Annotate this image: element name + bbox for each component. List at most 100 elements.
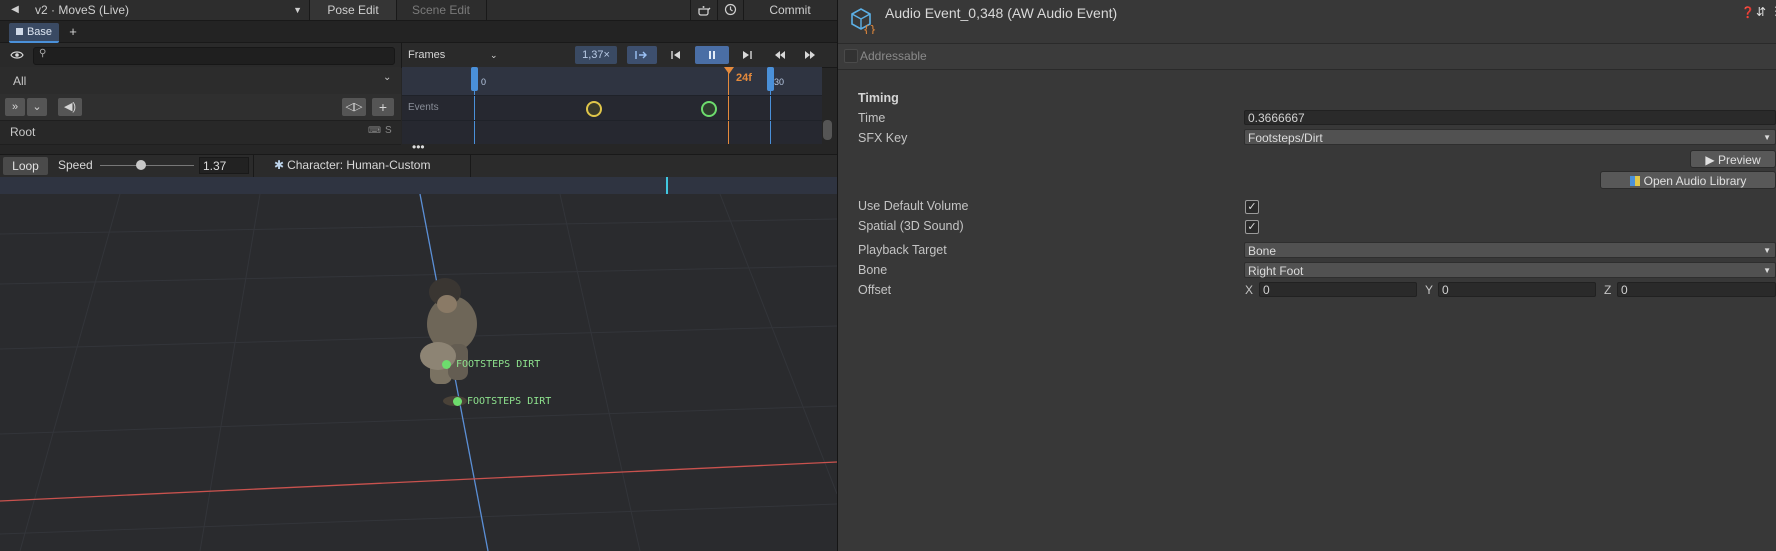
timeline-track-area[interactable]: 0 30 24f Events <box>402 67 822 144</box>
playback-target-value: Bone <box>1248 244 1277 258</box>
audio-event-marker-selected[interactable] <box>701 101 717 117</box>
mute-icon[interactable]: ⌨ <box>368 125 381 136</box>
sfx-key-dropdown[interactable]: Footsteps/Dirt ▼ <box>1244 129 1776 145</box>
character-selector[interactable]: ✱ Character: Human-Custom <box>274 158 430 172</box>
root-label: Root <box>10 125 36 139</box>
add-layer-button[interactable]: + <box>64 23 82 41</box>
time-ruler[interactable] <box>402 67 822 95</box>
expand-all-icon[interactable]: » <box>5 98 25 116</box>
offset-z-input[interactable]: 0 <box>1617 282 1776 297</box>
addressable-checkbox[interactable] <box>844 49 858 63</box>
range-start-handle[interactable] <box>471 67 478 91</box>
chevron-down-icon: ▼ <box>1763 246 1771 255</box>
time-input[interactable]: 0.3666667 <box>1244 110 1776 125</box>
audio-event-marker-yellow[interactable] <box>586 101 602 117</box>
open-audio-library-label: Open Audio Library <box>1643 174 1747 188</box>
tab-base-label: Base <box>26 26 53 38</box>
viewport-timeline-strip <box>0 177 837 194</box>
preview-label: Preview <box>1717 153 1761 167</box>
chevron-down-icon: ▼ <box>1763 133 1771 142</box>
playback-speed-badge[interactable]: 1,37× <box>575 46 617 64</box>
skip-to-start-icon[interactable] <box>666 46 686 64</box>
track-divider <box>402 120 822 121</box>
time-label: Time <box>858 111 886 125</box>
next-key-icon[interactable] <box>800 46 820 64</box>
ruler-start-label: 0 <box>481 77 487 87</box>
play-icon: ▶ <box>1705 153 1718 167</box>
speed-slider-handle[interactable] <box>136 160 147 170</box>
open-audio-library-button[interactable]: Open Audio Library <box>1600 171 1776 189</box>
bone-label: Bone <box>858 263 888 277</box>
scene-viewport[interactable]: FOOTSTEPS DIRT FOOTSTEPS DIRT <box>0 177 837 551</box>
filter-row[interactable]: All ⌄ <box>0 67 401 95</box>
ruler-end-label: 30 <box>774 77 785 87</box>
pause-button[interactable] <box>695 46 729 64</box>
chevron-down-icon: ▼ <box>293 5 302 15</box>
visibility-eye-icon[interactable] <box>8 46 26 64</box>
spatial-label: Spatial (3D Sound) <box>858 219 964 233</box>
audio-scrub-icon[interactable]: ◁▷ <box>342 98 366 116</box>
skip-to-end-icon[interactable] <box>737 46 757 64</box>
bone-dropdown[interactable]: Right Foot ▼ <box>1244 262 1776 278</box>
preview-button[interactable]: ▶ Preview <box>1690 150 1776 168</box>
character-figure-icon: ✱ <box>274 158 285 172</box>
collapse-all-icon[interactable]: ⌄ <box>27 98 47 116</box>
inspector-pane: {} Audio Event_0,348 (AW Audio Event) ❓ … <box>838 0 1776 551</box>
bone-value: Right Foot <box>1248 264 1304 278</box>
ground-grid <box>0 194 837 551</box>
offset-z-label: Z <box>1604 283 1612 297</box>
playhead-line[interactable] <box>728 67 729 144</box>
offset-x-label: X <box>1245 283 1254 297</box>
more-options-icon[interactable]: ⋮ <box>1770 4 1776 18</box>
event-dot-2[interactable] <box>453 397 462 406</box>
previous-key-icon[interactable] <box>770 46 790 64</box>
spatial-checkbox[interactable]: ✓ <box>1245 220 1259 234</box>
x-axis-line <box>0 461 837 502</box>
playhead-handle[interactable] <box>724 67 734 74</box>
speed-slider-track[interactable] <box>100 165 194 166</box>
use-default-volume-checkbox[interactable]: ✓ <box>1245 200 1259 214</box>
layer-tabs: Base + <box>0 21 837 43</box>
timing-section-header: Timing <box>858 91 899 105</box>
offset-y-label: Y <box>1425 283 1434 297</box>
event-dot-1[interactable] <box>442 360 451 369</box>
frames-mode-dropdown[interactable]: Frames ⌄ <box>408 46 508 64</box>
history-icon[interactable] <box>718 0 742 20</box>
search-icon: ⚲ <box>39 48 47 59</box>
chevron-down-icon: ▼ <box>1763 266 1771 275</box>
audio-mute-icon[interactable]: ◀) <box>58 98 82 116</box>
timeline-scrollbar[interactable] <box>823 120 832 140</box>
chevron-down-icon: ⌄ <box>383 72 392 83</box>
speed-label: Speed <box>58 158 93 172</box>
snap-to-start-icon[interactable] <box>627 46 657 64</box>
root-row[interactable]: Root ⌨ S <box>0 120 401 145</box>
asset-selector-dropdown[interactable]: v2 · MoveS (Live) ▼ <box>28 0 308 20</box>
addressable-label: Addressable <box>860 49 927 63</box>
help-icon[interactable]: ❓ <box>1741 6 1755 19</box>
add-track-button[interactable]: + <box>372 98 394 116</box>
timeline-toolbar: ⚲ Frames ⌄ 1,37× <box>0 43 837 68</box>
solo-toggle[interactable]: S <box>385 125 392 136</box>
teapot-icon[interactable] <box>692 0 716 20</box>
scene-edit-button[interactable]: Scene Edit <box>397 0 485 20</box>
commit-button[interactable]: Commit <box>744 0 836 20</box>
offset-y-input[interactable]: 0 <box>1438 282 1596 297</box>
offset-x-input[interactable]: 0 <box>1259 282 1417 297</box>
addressable-row: Addressable <box>838 43 1776 70</box>
loop-toggle[interactable]: Loop <box>3 157 48 175</box>
pose-edit-button[interactable]: Pose Edit <box>310 0 396 20</box>
settings-sliders-icon[interactable]: ⇵ <box>1756 5 1766 19</box>
resize-handle-icon[interactable]: ••• <box>412 141 426 153</box>
playback-settings-bar: Loop Speed 1.37 ✱ Character: Human-Custom <box>0 154 837 178</box>
back-arrow-icon[interactable]: ◀ <box>6 0 24 20</box>
speed-input[interactable]: 1.37 <box>199 157 249 174</box>
range-end-handle[interactable] <box>767 67 774 91</box>
viewport-playhead-marker <box>666 177 668 194</box>
layer-icon <box>15 28 23 35</box>
tab-base[interactable]: Base <box>9 23 59 43</box>
search-input[interactable]: ⚲ <box>33 47 395 65</box>
character-model <box>420 278 477 406</box>
events-track-label: Events <box>408 102 439 113</box>
playback-target-dropdown[interactable]: Bone ▼ <box>1244 242 1776 258</box>
audio-event-asset-icon: {} <box>848 6 876 36</box>
